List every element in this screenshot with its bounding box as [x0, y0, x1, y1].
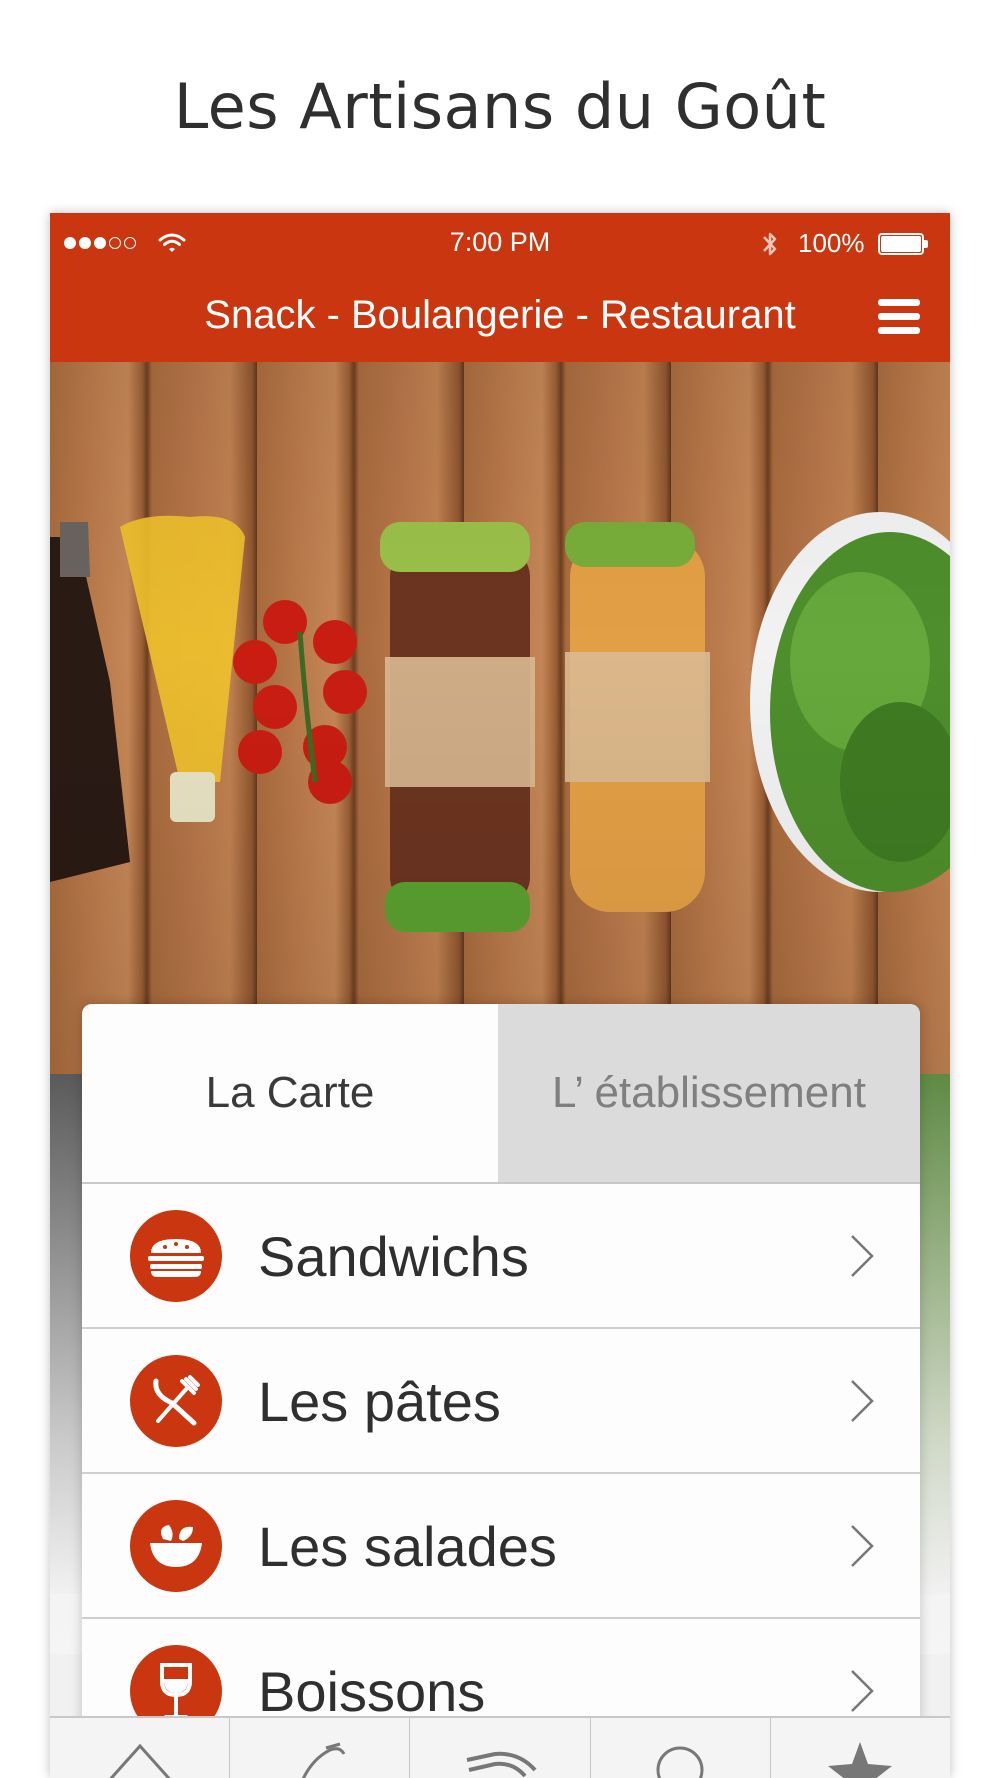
- tab-la-carte[interactable]: La Carte: [82, 1004, 498, 1182]
- nav-title: Snack - Boulangerie - Restaurant: [204, 293, 796, 337]
- status-bar: 7:00 PM 100%: [50, 213, 950, 275]
- sandwich-icon: [130, 1210, 222, 1302]
- salad-bowl-icon: [130, 1500, 222, 1592]
- battery-percentage: 100%: [798, 228, 865, 258]
- promo-title: Les Artisans du Goût: [173, 70, 827, 143]
- menu-item-label: Les salades: [258, 1515, 557, 1578]
- food-illustration: [50, 512, 950, 932]
- tabbar-home[interactable]: [50, 1718, 231, 1778]
- star-icon: [828, 1742, 893, 1778]
- phone-screen: 7:00 PM 100% Snack - Boulangerie - Resta…: [50, 213, 950, 1778]
- hero-image: [50, 362, 950, 1074]
- phone-icon: [301, 1742, 346, 1778]
- chevron-right-icon: [851, 1380, 874, 1422]
- fork-knife-icon: [130, 1355, 222, 1447]
- menu-item-pates[interactable]: Les pâtes: [82, 1329, 920, 1474]
- hamburger-menu-icon[interactable]: [878, 299, 920, 337]
- navigation-bar: Snack - Boulangerie - Restaurant: [50, 275, 950, 362]
- home-icon: [108, 1743, 171, 1778]
- menu-item-label: Sandwichs: [258, 1225, 529, 1288]
- tabbar-search[interactable]: [591, 1718, 771, 1778]
- search-icon: [656, 1746, 704, 1778]
- chevron-right-icon: [851, 1525, 874, 1567]
- menu-item-sandwichs[interactable]: Sandwichs: [82, 1184, 920, 1329]
- chevron-right-icon: [851, 1235, 874, 1277]
- tabbar-favorites[interactable]: [771, 1718, 950, 1778]
- bluetooth-icon: [763, 232, 777, 256]
- battery-icon: [878, 233, 928, 255]
- tabbar-map[interactable]: [410, 1718, 591, 1778]
- tabbar-phone[interactable]: [230, 1718, 411, 1778]
- bottom-tab-bar: [50, 1716, 950, 1778]
- tab-etablissement[interactable]: L’ établissement: [498, 1004, 920, 1182]
- menu-item-label: Boissons: [258, 1660, 486, 1723]
- chevron-right-icon: [851, 1670, 874, 1712]
- map-icon: [466, 1751, 537, 1778]
- hero-side-left: [50, 1074, 82, 1594]
- menu-card: La Carte L’ établissement Sandwichs Les …: [82, 1004, 920, 1778]
- hero-side-right: [918, 1074, 950, 1594]
- menu-item-salades[interactable]: Les salades: [82, 1474, 920, 1619]
- menu-item-label: Les pâtes: [258, 1370, 501, 1433]
- segmented-tabs: La Carte L’ établissement: [82, 1004, 920, 1182]
- menu-list: Sandwichs Les pâtes Les salades Boissons: [82, 1184, 920, 1764]
